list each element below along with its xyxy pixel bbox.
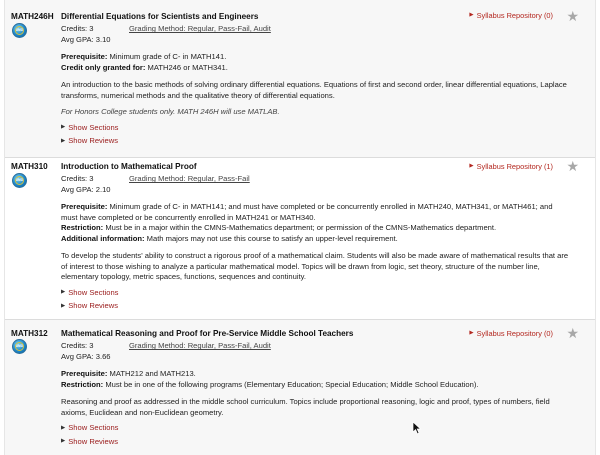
prerequisite: Prerequisite: Minimum grade of C- in MAT… — [61, 52, 227, 62]
triangle-right-icon: ▶ — [61, 124, 66, 131]
course-list: MATH246H UMD ▶ Syllabus Repository (0) ★… — [4, 0, 596, 455]
show-reviews-toggle[interactable]: ▶ Show Reviews — [61, 136, 569, 146]
credits: Credits: 3 — [61, 24, 94, 34]
show-reviews-toggle[interactable]: ▶ Show Reviews — [61, 301, 569, 311]
show-reviews-label: Show Reviews — [68, 136, 119, 146]
show-sections-toggle[interactable]: ▶ Show Sections — [61, 288, 569, 298]
credits: Credits: 3 — [61, 174, 94, 184]
show-reviews-label: Show Reviews — [68, 436, 119, 446]
triangle-right-icon: ▶ — [61, 137, 66, 144]
course-title: Differential Equations for Scientists an… — [61, 12, 259, 21]
grading-value: : Regular, Pass-Fail — [183, 174, 250, 184]
grading-method: Grading Method: Regular, Pass-Fail, Audi… — [129, 24, 271, 34]
prerequisite: Prerequisite: MATH212 and MATH213. — [61, 369, 196, 379]
course-description: An introduction to the basic methods of … — [61, 80, 567, 100]
course-description: Reasoning and proof as addressed in the … — [61, 397, 550, 417]
course-code: MATH312 — [11, 329, 48, 338]
grading-value: : Regular, Pass-Fail, Audit — [183, 341, 271, 351]
course-title: Introduction to Mathematical Proof — [61, 162, 197, 171]
course-card: MATH310 UMD ▶ Syllabus Repository (1) ★ … — [5, 158, 595, 320]
course-card: MATH246H UMD ▶ Syllabus Repository (0) ★… — [5, 0, 595, 157]
additional-information: Additional information: Math majors may … — [61, 233, 398, 243]
triangle-right-icon: ▶ — [61, 302, 66, 309]
course-code: MATH310 — [11, 162, 48, 171]
triangle-right-icon: ▶ — [61, 438, 66, 445]
restriction: Restriction: Must be in a major within t… — [61, 223, 497, 233]
show-sections-label: Show Sections — [68, 287, 119, 297]
mouse-pointer-icon — [412, 421, 422, 435]
grading-label: Grading Method — [129, 174, 184, 184]
show-reviews-toggle[interactable]: ▶ Show Reviews — [61, 437, 569, 447]
grading-method: Grading Method: Regular, Pass-Fail — [129, 174, 250, 184]
avg-gpa: Avg GPA: 3.66 — [61, 352, 111, 362]
grading-value: : Regular, Pass-Fail, Audit — [183, 24, 271, 34]
course-title: Mathematical Reasoning and Proof for Pre… — [61, 329, 354, 338]
grading-label: Grading Method — [129, 24, 184, 34]
course-note: For Honors College students only. MATH 2… — [61, 107, 280, 117]
gened-badge-icon: UMD — [12, 173, 27, 188]
avg-gpa: Avg GPA: 2.10 — [61, 185, 111, 195]
restriction: Restriction: Must be in one of the follo… — [61, 379, 479, 389]
gened-badge-icon: UMD — [12, 339, 27, 354]
prerequisite: Prerequisite: Minimum grade of C- in MAT… — [61, 202, 553, 222]
show-sections-toggle[interactable]: ▶ Show Sections — [61, 123, 569, 133]
avg-gpa: Avg GPA: 3.10 — [61, 35, 111, 45]
credits: Credits: 3 — [61, 341, 94, 351]
credit-only-granted: Credit only granted for: MATH246 or MATH… — [61, 62, 228, 72]
show-sections-label: Show Sections — [68, 122, 119, 132]
triangle-right-icon: ▶ — [61, 424, 66, 431]
show-sections-toggle[interactable]: ▶ Show Sections — [61, 423, 569, 433]
course-code: MATH246H — [11, 12, 54, 21]
gened-badge-icon: UMD — [12, 23, 27, 38]
show-sections-label: Show Sections — [68, 423, 119, 433]
course-description: To develop the students' ability to cons… — [61, 251, 569, 282]
grading-label: Grading Method — [129, 341, 184, 351]
triangle-right-icon: ▶ — [61, 289, 66, 296]
grading-method: Grading Method: Regular, Pass-Fail, Audi… — [129, 341, 271, 351]
show-reviews-label: Show Reviews — [68, 301, 119, 311]
course-card: MATH312 UMD ▶ Syllabus Repository (0) ★ … — [5, 320, 595, 455]
